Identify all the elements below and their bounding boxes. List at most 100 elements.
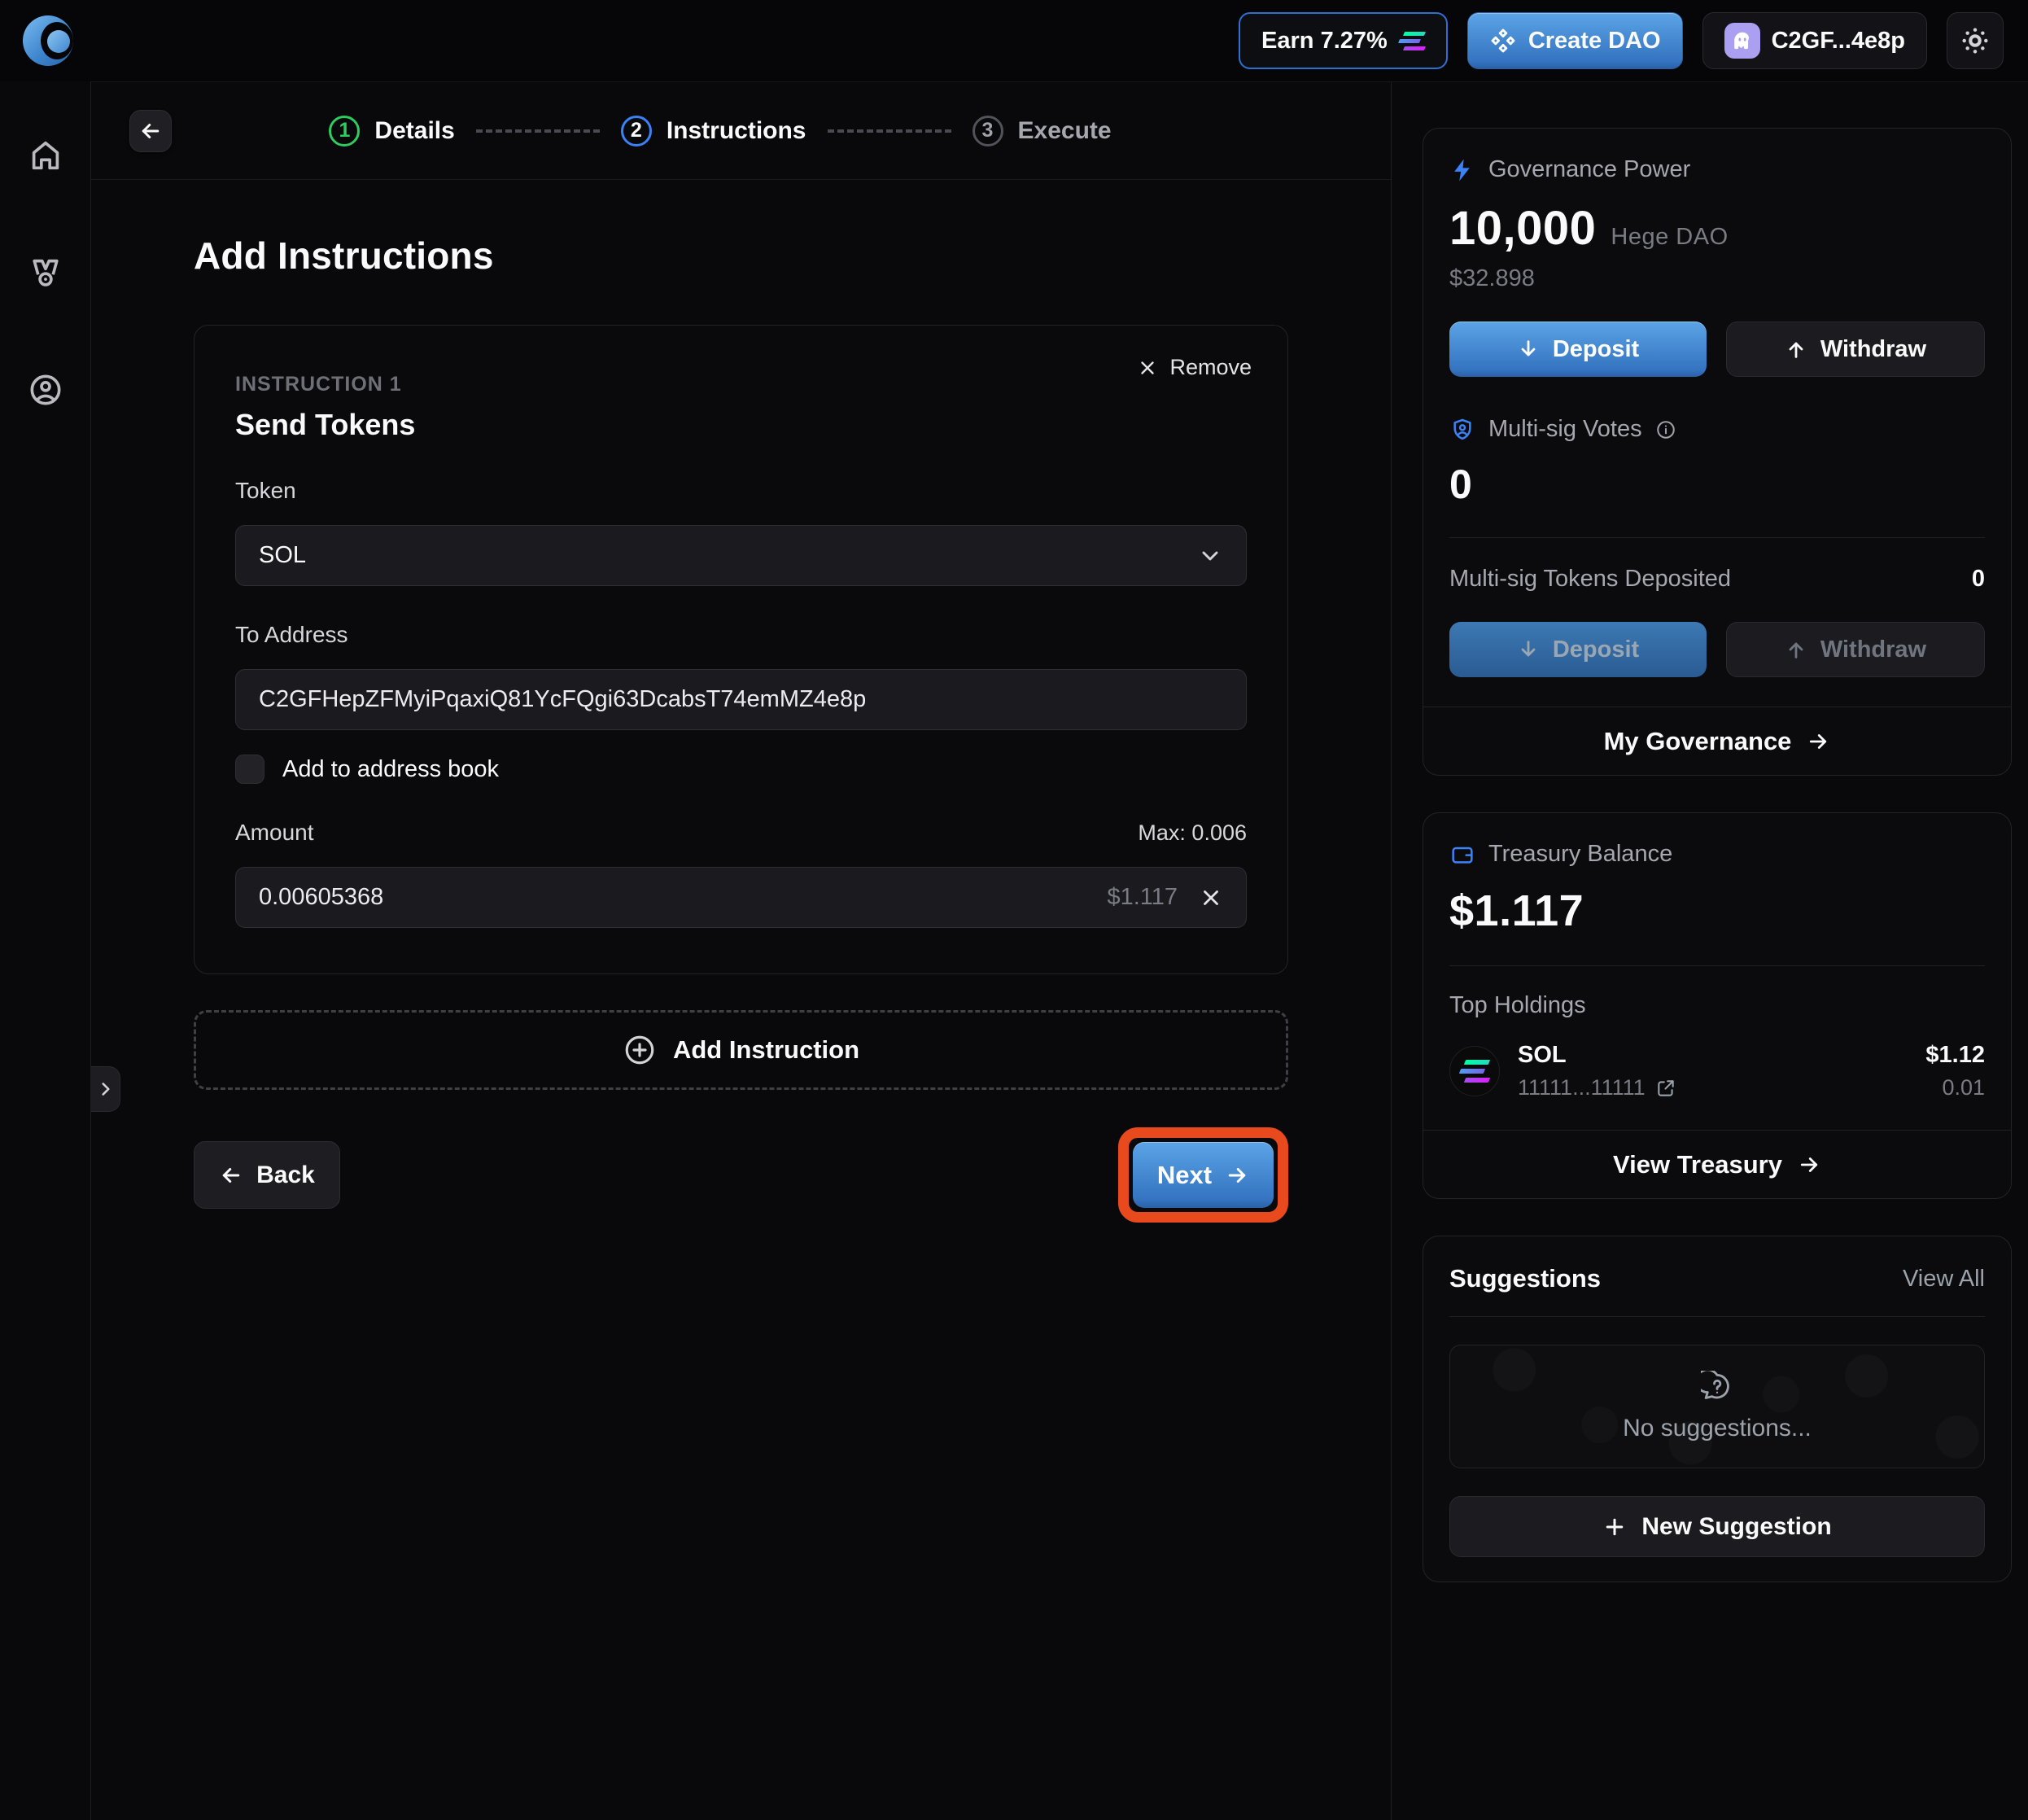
view-treasury-link[interactable]: View Treasury [1423,1130,2011,1198]
arrow-down-icon [1517,338,1540,361]
instruction-number-label: INSTRUCTION 1 [235,373,1247,396]
view-treasury-label: View Treasury [1613,1150,1782,1179]
step-execute-label: Execute [1018,117,1112,145]
step-instructions-number: 2 [621,116,652,147]
add-instruction-label: Add Instruction [673,1035,859,1065]
governance-withdraw-label: Withdraw [1820,336,1926,363]
to-address-input[interactable] [259,686,1223,713]
shield-user-icon [1449,417,1475,443]
arrow-left-icon [219,1163,243,1188]
step-connector [828,129,951,133]
address-book-row: Add to address book [235,755,1247,784]
multisig-deposited-label: Multi-sig Tokens Deposited [1449,566,1731,593]
sidebar-expand-handle[interactable] [91,1066,120,1112]
arrow-right-icon [1225,1163,1249,1188]
stepper-back-button[interactable] [129,110,172,152]
solana-logo-icon [1399,32,1425,50]
holding-address: 11111...11111 [1518,1075,1646,1100]
suggestions-title: Suggestions [1449,1264,1601,1293]
plus-circle-icon [623,1033,657,1067]
next-label: Next [1157,1161,1212,1190]
back-label: Back [256,1162,315,1189]
step-execute[interactable]: 3 Execute [972,116,1112,147]
governance-power-card: Governance Power 10,000 Hege DAO $32.898 [1423,128,2012,776]
amount-usd-value: $1.117 [1107,884,1178,911]
no-suggestions-panel: No suggestions... [1449,1345,1985,1468]
arrow-left-icon [138,119,163,143]
earn-label: Earn 7.27% [1261,28,1388,55]
new-suggestion-label: New Suggestion [1641,1513,1831,1541]
rewards-medal-icon[interactable] [27,254,64,291]
amount-input[interactable] [259,884,1107,911]
address-book-checkbox[interactable] [235,755,264,784]
info-icon[interactable] [1655,419,1676,440]
step-instructions[interactable]: 2 Instructions [621,116,806,147]
my-governance-label: My Governance [1604,727,1792,756]
step-details-number: 1 [329,116,360,147]
governance-withdraw-button[interactable]: Withdraw [1726,322,1985,377]
clear-amount-icon[interactable] [1199,886,1223,910]
new-suggestion-button[interactable]: New Suggestion [1449,1496,1985,1557]
next-button[interactable]: Next [1133,1142,1274,1208]
token-select[interactable]: SOL [235,525,1247,586]
dao-name: Hege DAO [1611,224,1728,251]
wizard-nav-row: Back Next [194,1127,1288,1223]
header-actions: Earn 7.27% Create DAO [1239,12,2004,69]
governance-power-title: Governance Power [1488,156,1690,183]
wallet-button[interactable]: C2GF...4e8p [1702,12,1927,69]
arrow-right-icon [1797,1153,1821,1177]
external-link-icon[interactable] [1655,1078,1676,1099]
instruction-card: Remove INSTRUCTION 1 Send Tokens Token S… [194,325,1288,974]
chevron-right-icon [95,1078,116,1100]
instruction-name: Send Tokens [235,408,1247,442]
my-governance-link[interactable]: My Governance [1423,707,2011,775]
multisig-withdraw-label: Withdraw [1820,637,1926,663]
to-address-field-wrap [235,669,1247,730]
x-icon [1137,357,1158,378]
app-logo[interactable] [23,15,73,66]
plus-icon [1602,1515,1627,1539]
governance-deposit-label: Deposit [1553,336,1639,363]
wallet-icon [1449,842,1475,868]
arrow-up-icon [1785,338,1807,361]
add-instructions-page: Add Instructions Remove INSTRUCTION 1 Se… [91,180,1391,1223]
governance-power-amount: 10,000 [1449,201,1596,256]
holding-symbol: SOL [1518,1042,1567,1068]
governance-deposit-button[interactable]: Deposit [1449,322,1707,377]
remove-instruction-button[interactable]: Remove [1137,355,1252,380]
profile-icon[interactable] [27,371,64,409]
view-all-link[interactable]: View All [1903,1266,1985,1293]
step-details-label: Details [374,117,454,145]
remove-label: Remove [1169,355,1252,380]
multisig-deposit-button[interactable]: Deposit [1449,622,1707,677]
app-shell: 1 Details 2 Instructions 3 Execute Add I… [0,81,2028,1820]
lightning-icon [1449,157,1475,183]
stepper: 1 Details 2 Instructions 3 Execute [91,82,1391,180]
holding-amount: 0.01 [1925,1075,1985,1100]
arrow-down-icon [1517,638,1540,661]
theme-toggle-button[interactable] [1947,12,2004,69]
home-icon[interactable] [27,137,64,174]
create-dao-button[interactable]: Create DAO [1467,12,1683,69]
top-holdings-label: Top Holdings [1449,992,1985,1019]
next-button-highlight-ring: Next [1118,1127,1288,1223]
step-details[interactable]: 1 Details [329,116,454,147]
holding-row-sol[interactable]: SOL 11111...11111 $1.12 [1449,1042,1985,1100]
main-column: 1 Details 2 Instructions 3 Execute Add I… [91,81,1392,1820]
multisig-votes-value: 0 [1449,461,1472,508]
multisig-withdraw-button[interactable]: Withdraw [1726,622,1985,677]
chevron-down-icon [1197,543,1223,569]
max-amount-label[interactable]: Max: 0.006 [1138,820,1247,846]
governance-usd-value: $32.898 [1449,265,1985,292]
address-book-label: Add to address book [282,756,499,783]
back-button[interactable]: Back [194,1141,340,1209]
sol-token-icon [1449,1046,1500,1096]
create-dao-icon [1489,27,1517,55]
suggestions-card: Suggestions View All No suggestions... [1423,1236,2012,1582]
step-instructions-label: Instructions [667,117,806,145]
add-instruction-button[interactable]: Add Instruction [194,1010,1288,1090]
no-suggestions-text: No suggestions... [1623,1415,1812,1442]
arrow-right-icon [1806,729,1830,754]
amount-label: Amount [235,820,314,846]
earn-button[interactable]: Earn 7.27% [1239,12,1448,69]
